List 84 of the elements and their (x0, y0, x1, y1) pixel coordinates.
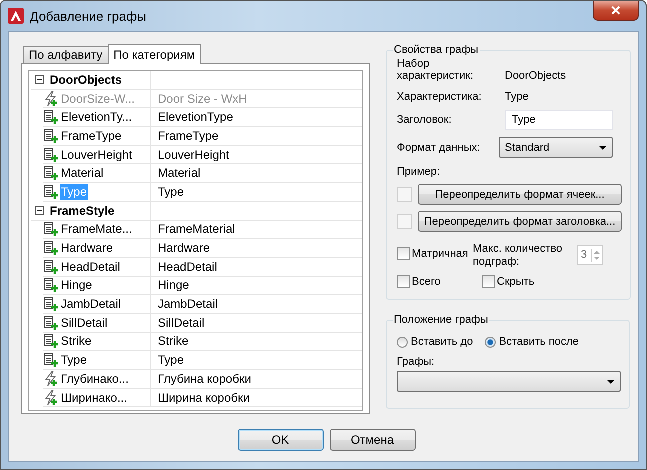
property-caption: Type (158, 184, 184, 199)
close-icon (611, 6, 621, 15)
property-caption: FrameType (158, 128, 219, 143)
field-label: Характеристика: (397, 91, 483, 103)
spinner-value: 3 (581, 249, 588, 261)
checkbox[interactable]: Матричная (397, 247, 473, 260)
property-caption: Material (158, 166, 201, 180)
checkbox[interactable] (397, 214, 412, 229)
property-caption: HeadDetail (158, 260, 218, 274)
field-value: Type (505, 91, 529, 103)
property-name[interactable]: FrameMate... (60, 221, 134, 238)
tab[interactable]: По категориям (108, 44, 202, 64)
table-plus-icon (43, 258, 59, 275)
table-plus-icon (43, 296, 59, 312)
property-name[interactable]: ElevetionTy... (60, 109, 134, 126)
field-label: Графы: (397, 356, 436, 368)
property-caption: Type (158, 353, 184, 368)
property-caption: LouverHeight (158, 148, 230, 162)
table-plus-icon (43, 109, 59, 126)
lightning-plus-icon (43, 90, 59, 107)
property-caption: ElevetionType (158, 110, 234, 124)
property-name[interactable]: Глубинако... (60, 370, 130, 387)
group-title: Положение графы (393, 314, 490, 326)
property-name[interactable]: Ширинако... (60, 390, 128, 406)
property-name[interactable]: Hinge (60, 277, 94, 294)
close-button[interactable] (593, 1, 639, 21)
checkbox[interactable] (397, 187, 412, 202)
field-label: Формат данных: (397, 142, 482, 154)
property-name[interactable]: HeadDetail (60, 258, 122, 275)
property-caption: Hinge (158, 278, 190, 292)
table-plus-icon (43, 146, 59, 163)
group-title: Свойства графы (393, 44, 480, 56)
table-plus-icon (43, 221, 59, 238)
header-field[interactable]: Type (505, 110, 613, 130)
table-plus-icon (43, 184, 59, 200)
radio-button[interactable]: Вставить до (397, 336, 474, 348)
table-plus-icon (43, 165, 59, 182)
property-caption: FrameMaterial (158, 222, 236, 236)
collapse-icon[interactable] (35, 206, 44, 216)
table-plus-icon (43, 240, 59, 256)
field-value: DoorObjects (505, 70, 566, 82)
override-button[interactable]: Переопределить формат ячеек... (418, 184, 622, 205)
field-label: Макс. количество подграф: (473, 243, 564, 269)
property-name[interactable]: Type (60, 352, 88, 368)
table-plus-icon (43, 128, 59, 144)
field-label: Набор характеристик: (397, 58, 475, 82)
collapse-icon[interactable] (35, 75, 44, 84)
field-label: Заголовок: (397, 114, 453, 126)
checkbox[interactable]: Всего (397, 275, 482, 288)
tab[interactable]: По алфавиту (23, 46, 109, 63)
ok-button[interactable]: OK (238, 429, 324, 451)
table-plus-icon (43, 333, 59, 350)
radio-button[interactable]: Вставить после (485, 336, 580, 348)
dropdown-arrow-icon (607, 380, 615, 384)
lightning-plus-icon (43, 370, 59, 387)
override-button[interactable]: Переопределить формат заголовка... (418, 211, 622, 232)
group-name: DoorObjects (50, 72, 122, 87)
table-plus-icon (43, 277, 59, 294)
lightning-plus-icon (43, 390, 59, 406)
property-name[interactable]: Hardware (60, 240, 114, 256)
property-caption: Ширина коробки (158, 390, 250, 405)
property-caption: JambDetail (158, 297, 218, 312)
property-caption: SillDetail (158, 316, 205, 330)
table-plus-icon (43, 352, 59, 368)
table-plus-icon (43, 314, 59, 331)
example-label: Пример: (397, 166, 442, 178)
property-name[interactable]: SillDetail (60, 314, 109, 331)
app-logo-icon (8, 8, 24, 24)
window-title: Добавление графы (30, 8, 147, 24)
property-name[interactable]: Material (60, 165, 105, 182)
property-caption: Strike (158, 334, 189, 348)
property-name[interactable]: JambDetail (60, 296, 122, 312)
format-dropdown[interactable]: Standard (499, 137, 613, 158)
property-caption: Глубина коробки (158, 372, 252, 386)
group-name: FrameStyle (50, 204, 115, 218)
dropdown-arrow-icon (599, 146, 607, 150)
cancel-button[interactable]: Отмена (330, 429, 416, 451)
property-name[interactable]: LouverHeight (60, 146, 134, 163)
checkbox[interactable]: Скрыть (482, 275, 535, 288)
property-name[interactable]: Strike (60, 333, 93, 350)
property-caption: Door Size - WxH (158, 92, 248, 106)
property-name[interactable]: FrameType (60, 128, 123, 144)
columns-dropdown[interactable] (397, 371, 621, 392)
property-caption: Hardware (158, 241, 210, 256)
